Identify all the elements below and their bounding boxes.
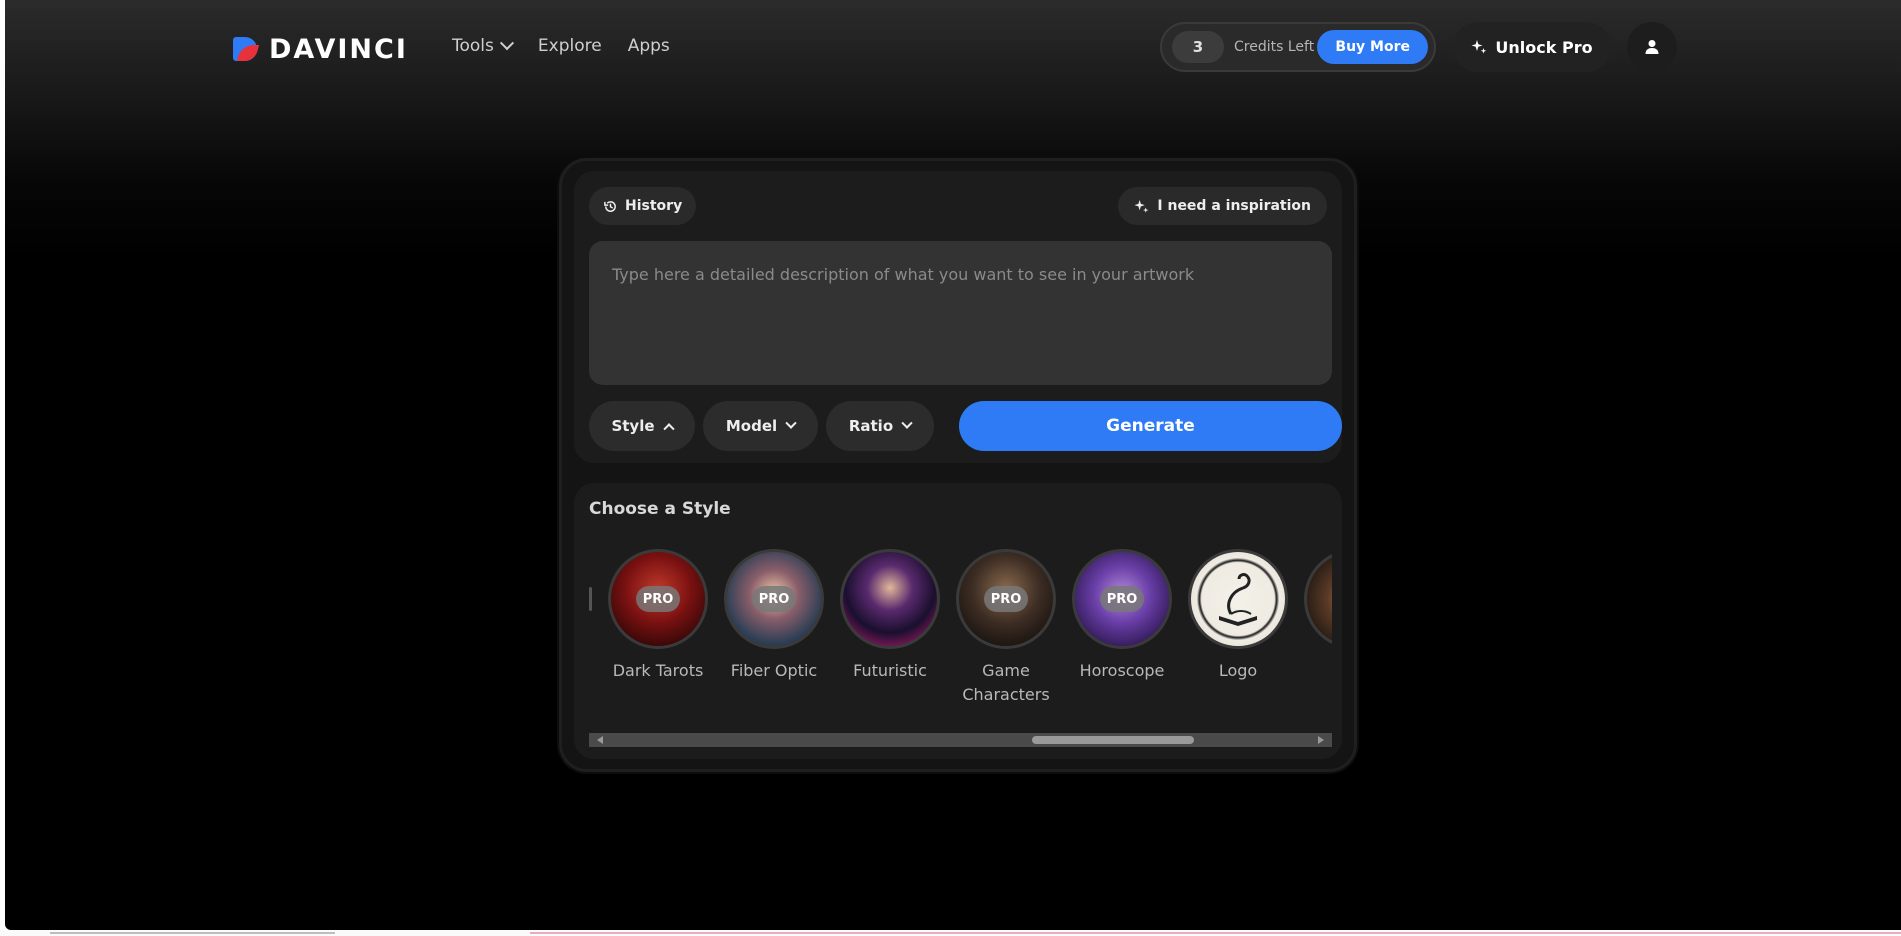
logo-mark-icon bbox=[233, 36, 260, 63]
bottom-edge bbox=[0, 930, 1901, 936]
style-item-fiber-optic[interactable]: PRO Fiber Optic bbox=[716, 549, 832, 683]
prompt-input[interactable] bbox=[589, 241, 1332, 385]
history-button[interactable]: History bbox=[589, 187, 697, 225]
pro-badge: PRO bbox=[636, 586, 680, 612]
unlock-pro-button[interactable]: Unlock Pro bbox=[1453, 22, 1611, 72]
credits-label: Credits Left bbox=[1234, 39, 1315, 55]
nav-apps-label: Apps bbox=[627, 36, 670, 56]
top-nav: DAVINCI Tools Explore Apps 3 Credits Lef… bbox=[5, 0, 1901, 96]
style-item-logo[interactable]: Logo bbox=[1180, 549, 1296, 683]
inspiration-button[interactable]: I need a inspiration bbox=[1118, 187, 1327, 225]
style-picker: Choose a Style PRO Dark Tarots PRO Fiber… bbox=[574, 483, 1342, 759]
style-thumbnail bbox=[1304, 549, 1332, 649]
futuristic-thumbnail bbox=[840, 549, 940, 649]
user-icon bbox=[1645, 40, 1659, 54]
nav-explore-label: Explore bbox=[537, 36, 602, 56]
sparkle-icon bbox=[1471, 40, 1487, 54]
pro-badge: PRO bbox=[1100, 586, 1144, 612]
brand-name: DAVINCI bbox=[269, 34, 408, 65]
credits-count: 3 bbox=[1172, 31, 1224, 63]
style-item-partial[interactable]: M bbox=[1296, 549, 1332, 683]
previous-item-edge bbox=[589, 587, 592, 611]
scroll-right-icon[interactable] bbox=[1318, 736, 1324, 744]
style-label: Game Characters bbox=[962, 661, 1050, 704]
style-label: Logo bbox=[1218, 661, 1258, 680]
unlock-pro-label: Unlock Pro bbox=[1495, 37, 1593, 57]
style-label: Horoscope bbox=[1079, 661, 1165, 680]
chevron-up-icon bbox=[662, 423, 675, 435]
nav-links: Tools Explore Apps bbox=[452, 36, 670, 56]
pro-badge: PRO bbox=[752, 586, 796, 612]
style-item-game-characters[interactable]: PRO Game Characters bbox=[948, 549, 1064, 707]
nav-apps[interactable]: Apps bbox=[628, 36, 670, 56]
fiber-optic-thumbnail: PRO bbox=[724, 549, 824, 649]
pro-badge: PRO bbox=[984, 586, 1028, 612]
brand-logo[interactable]: DAVINCI bbox=[233, 34, 408, 65]
style-label: Dark Tarots bbox=[612, 661, 704, 680]
style-item-horoscope[interactable]: PRO Horoscope bbox=[1064, 549, 1180, 683]
style-item-futuristic[interactable]: Futuristic bbox=[832, 549, 948, 683]
chevron-down-icon bbox=[785, 417, 797, 429]
ratio-dropdown[interactable]: Ratio bbox=[826, 401, 934, 451]
user-account-button[interactable] bbox=[1627, 22, 1677, 72]
generator-panel: History I need a inspiration Style Model… bbox=[559, 158, 1357, 772]
nav-tools-label: Tools bbox=[452, 36, 494, 56]
credits-widget: 3 Credits Left Buy More bbox=[1160, 22, 1436, 72]
dark-tarots-thumbnail: PRO bbox=[608, 549, 708, 649]
style-dropdown-label: Style bbox=[611, 417, 655, 435]
nav-explore[interactable]: Explore bbox=[538, 36, 602, 56]
model-dropdown-label: Model bbox=[725, 417, 778, 435]
sparkle-icon bbox=[1134, 199, 1149, 213]
swan-book-emblem-icon bbox=[1219, 573, 1257, 626]
chevron-down-icon bbox=[499, 36, 514, 51]
history-icon bbox=[604, 200, 616, 212]
horoscope-thumbnail: PRO bbox=[1072, 549, 1172, 649]
style-label: Fiber Optic bbox=[730, 661, 818, 680]
buy-more-button[interactable]: Buy More bbox=[1317, 30, 1428, 64]
inspiration-label: I need a inspiration bbox=[1157, 198, 1311, 214]
prompt-card: History I need a inspiration Style Model… bbox=[574, 171, 1342, 463]
app-window: DAVINCI Tools Explore Apps 3 Credits Lef… bbox=[5, 0, 1901, 930]
logo-thumbnail bbox=[1188, 549, 1288, 649]
model-dropdown[interactable]: Model bbox=[703, 401, 818, 451]
style-label: Futuristic bbox=[853, 661, 927, 680]
ratio-dropdown-label: Ratio bbox=[848, 417, 894, 435]
style-dropdown[interactable]: Style bbox=[589, 401, 695, 451]
horizontal-scrollbar[interactable] bbox=[589, 733, 1332, 747]
scrollbar-thumb[interactable] bbox=[1032, 736, 1194, 744]
generate-button[interactable]: Generate bbox=[959, 401, 1342, 451]
nav-tools[interactable]: Tools bbox=[452, 36, 514, 56]
style-item-dark-tarots[interactable]: PRO Dark Tarots bbox=[600, 549, 716, 683]
styles-carousel[interactable]: PRO Dark Tarots PRO Fiber Optic Futurist… bbox=[589, 549, 1332, 709]
scroll-left-icon[interactable] bbox=[597, 736, 603, 744]
style-label: M bbox=[1296, 659, 1332, 683]
history-label: History bbox=[625, 198, 683, 214]
style-picker-title: Choose a Style bbox=[589, 499, 731, 519]
chevron-down-icon bbox=[901, 417, 913, 429]
game-characters-thumbnail: PRO bbox=[956, 549, 1056, 649]
